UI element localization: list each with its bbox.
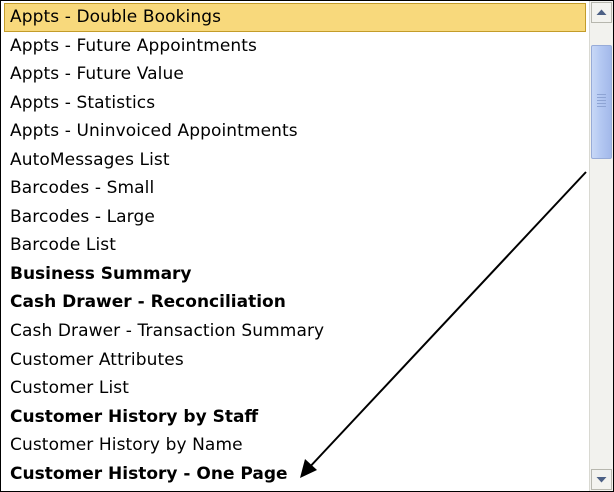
thumb-grip-line	[597, 94, 606, 95]
list-item-16[interactable]: Customer History - One Page	[4, 460, 586, 489]
list-item-4[interactable]: Appts - Uninvoiced Appointments	[4, 117, 586, 146]
vertical-scrollbar[interactable]	[589, 1, 613, 491]
thumb-grip-line	[597, 100, 606, 101]
thumb-grip-line	[597, 106, 606, 107]
list-item-12[interactable]: Customer Attributes	[4, 346, 586, 375]
list-item-11[interactable]: Cash Drawer - Transaction Summary	[4, 317, 586, 346]
scroll-down-arrow-icon	[596, 477, 607, 483]
list-item-3[interactable]: Appts - Statistics	[4, 89, 586, 118]
list-item-6[interactable]: Barcodes - Small	[4, 174, 586, 203]
list-item-2[interactable]: Appts - Future Value	[4, 60, 586, 89]
scroll-up-button[interactable]	[591, 2, 612, 23]
thumb-grip-line	[597, 103, 606, 104]
report-listbox[interactable]: Appts - Double Bookings Appts - Future A…	[0, 0, 614, 492]
scroll-thumb[interactable]	[591, 45, 612, 159]
scroll-up-arrow-icon	[596, 9, 607, 15]
list-item-14[interactable]: Customer History by Staff	[4, 403, 586, 432]
list-item-10[interactable]: Cash Drawer - Reconciliation	[4, 288, 586, 317]
thumb-grip-line	[597, 97, 606, 98]
list-item-1[interactable]: Appts - Future Appointments	[4, 32, 586, 61]
list-item-9[interactable]: Business Summary	[4, 260, 586, 289]
list-item-8[interactable]: Barcode List	[4, 231, 586, 260]
list-item-7[interactable]: Barcodes - Large	[4, 203, 586, 232]
report-list-screenshot: Appts - Double Bookings Appts - Future A…	[0, 0, 614, 492]
report-list-items: Appts - Double Bookings Appts - Future A…	[4, 3, 586, 488]
list-item-5[interactable]: AutoMessages List	[4, 146, 586, 175]
list-item-15[interactable]: Customer History by Name	[4, 431, 586, 460]
list-item-13[interactable]: Customer List	[4, 374, 586, 403]
list-item-0[interactable]: Appts - Double Bookings	[4, 3, 586, 32]
scroll-down-button[interactable]	[591, 469, 612, 490]
